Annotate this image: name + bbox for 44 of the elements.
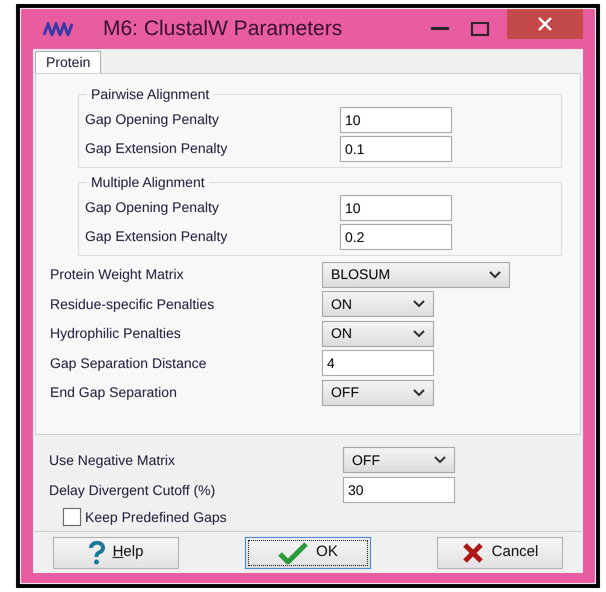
input-field[interactable]: 10 — [340, 106, 452, 132]
cancel-button[interactable]: Cancel — [437, 536, 563, 568]
chevron-down-icon — [413, 330, 425, 338]
close-button[interactable] — [507, 9, 583, 39]
field-label: Hydrophilic Penalties — [50, 324, 182, 344]
maximize-icon[interactable] — [471, 22, 489, 36]
field-label: Protein Weight Matrix — [50, 265, 185, 284]
cross-icon — [462, 542, 484, 562]
question-mark-icon — [88, 540, 105, 564]
field-label: Gap Extension Penalty — [85, 227, 228, 246]
minimize-icon[interactable] — [431, 27, 449, 31]
chevron-down-icon — [489, 270, 501, 279]
input-field[interactable]: 0.2 — [340, 224, 452, 250]
tab[interactable]: Protein — [35, 51, 102, 73]
app-logo-icon — [43, 22, 73, 36]
field-label: Gap Opening Penalty — [85, 110, 220, 129]
input-field[interactable]: 4 — [322, 350, 434, 376]
dropdown[interactable]: ON — [322, 320, 434, 347]
group-title: Multiple Alignment — [90, 173, 206, 192]
field-label: Residue-specific Penalties — [50, 294, 216, 314]
field-label: End Gap Separation — [50, 383, 178, 402]
dropdown[interactable]: OFF — [322, 380, 434, 406]
field-label: Use Negative Matrix — [49, 450, 176, 470]
window-title: M6: ClustalW Parameters — [103, 16, 342, 42]
chevron-down-icon — [413, 300, 425, 308]
help-button[interactable]: Help — [53, 536, 179, 568]
field-label: Gap Extension Penalty — [85, 139, 228, 158]
dropdown[interactable]: ON — [322, 291, 434, 318]
chevron-down-icon — [434, 456, 446, 464]
field-label: Delay Divergent Cutoff (%) — [49, 480, 216, 500]
checkmark-icon — [278, 542, 308, 564]
group-title: Pairwise Alignment — [90, 85, 210, 104]
field-label: Gap Opening Penalty — [85, 198, 220, 217]
chevron-down-icon — [413, 388, 425, 397]
dropdown[interactable]: BLOSUM — [322, 262, 510, 288]
ok-button[interactable]: OK — [245, 536, 371, 568]
input-field[interactable]: 10 — [340, 194, 452, 220]
input-field[interactable]: 0.1 — [340, 136, 452, 162]
input-field[interactable]: 30 — [343, 477, 455, 503]
checkbox-label: Keep Predefined Gaps — [85, 508, 227, 527]
checkbox[interactable] — [63, 508, 81, 526]
close-icon — [538, 17, 552, 31]
dropdown[interactable]: OFF — [343, 447, 455, 473]
field-label: Gap Separation Distance — [50, 354, 208, 373]
